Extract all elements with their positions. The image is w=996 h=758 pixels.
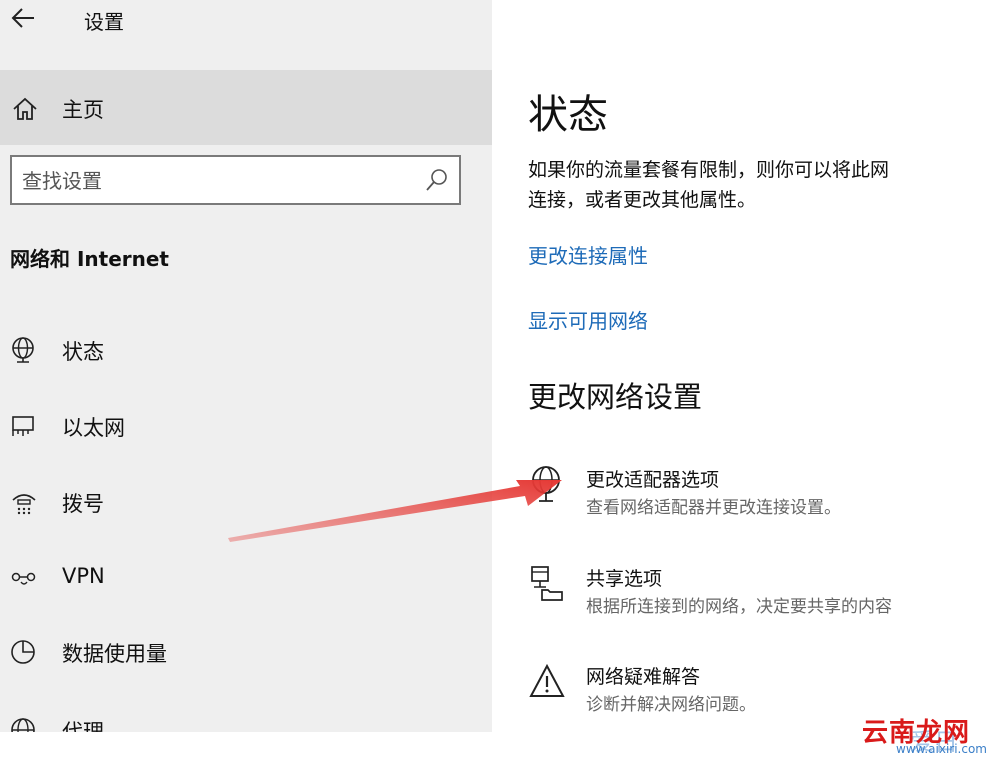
globe-monitor-icon (12, 337, 34, 363)
data-usage-icon (11, 640, 35, 664)
sidebar-item-vpn[interactable]: VPN (0, 548, 492, 608)
sidebar-item-proxy[interactable]: 代理 (0, 700, 492, 732)
dialup-icon (12, 494, 36, 515)
back-arrow-icon[interactable] (10, 6, 36, 30)
sidebar-item-home-label: 主页 (62, 98, 104, 122)
sidebar-item-label: 代理 (62, 720, 104, 732)
watermark-url: www.aixiri.com (896, 742, 987, 756)
page-title: 状态 (528, 92, 608, 138)
description-line: 如果你的流量套餐有限制，则你可以将此网 (528, 159, 890, 181)
option-title: 共享选项 (586, 568, 663, 590)
change-connection-properties-link[interactable]: 更改连接属性 (528, 240, 648, 269)
app-title: 设置 (84, 10, 124, 34)
home-icon (13, 97, 37, 120)
sidebar-section-heading: 网络和 Internet (10, 247, 169, 271)
sidebar-item-label: 数据使用量 (62, 642, 167, 666)
sharing-options[interactable]: 共享选项 根据所连接到的网络，决定要共享的内容 (528, 564, 968, 628)
change-adapter-options[interactable]: 更改适配器选项 查看网络适配器并更改连接设置。 (528, 465, 968, 529)
sidebar-item-label: 状态 (62, 340, 104, 364)
sidebar-item-label: VPN (62, 564, 105, 588)
description-line: 连接，或者更改其他属性。 (528, 189, 757, 211)
annotation-arrow-icon (228, 480, 562, 542)
ethernet-icon (12, 416, 34, 436)
sidebar-item-label: 拨号 (62, 492, 104, 516)
search-icon[interactable] (425, 167, 449, 193)
sidebar-item-label: 以太网 (62, 416, 125, 440)
proxy-globe-icon (11, 718, 35, 732)
sidebar: 设置 主页 网络和 Internet 状态 以太网 (0, 0, 492, 732)
search-box[interactable] (10, 155, 461, 205)
option-title: 网络疑难解答 (586, 666, 701, 688)
sidebar-item-data-usage[interactable]: 数据使用量 (0, 622, 492, 682)
warning-icon (529, 663, 565, 697)
option-subtitle: 根据所连接到的网络，决定要共享的内容 (586, 597, 892, 617)
status-description: 如果你的流量套餐有限制，则你可以将此网 连接，或者更改其他属性。 (528, 155, 956, 215)
sidebar-item-status[interactable]: 状态 (0, 320, 492, 380)
show-available-networks-link[interactable]: 显示可用网络 (528, 305, 648, 334)
vpn-icon (11, 572, 36, 585)
sharing-icon (531, 566, 563, 601)
search-input[interactable] (20, 157, 414, 205)
change-network-settings-heading: 更改网络设置 (528, 380, 703, 414)
sidebar-item-ethernet[interactable]: 以太网 (0, 396, 492, 456)
option-title: 更改适配器选项 (586, 469, 720, 491)
option-subtitle: 查看网络适配器并更改连接设置。 (586, 498, 841, 518)
